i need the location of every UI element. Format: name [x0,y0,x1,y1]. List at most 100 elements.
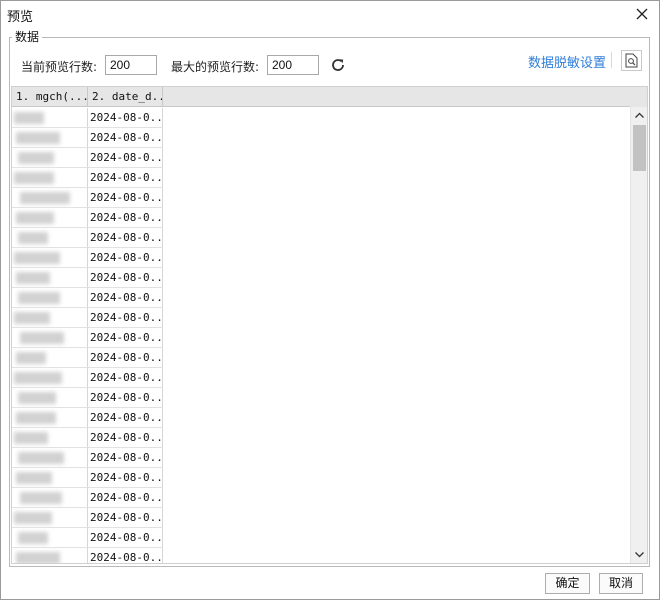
document-preview-icon [625,53,638,68]
table-row[interactable]: 2024-08-0... [12,488,631,508]
cell-mgch-redacted[interactable] [12,288,88,308]
cell-date[interactable]: 2024-08-0... [88,528,163,548]
cell-mgch-redacted[interactable] [12,348,88,368]
table-row[interactable]: 2024-08-0... [12,408,631,428]
cell-mgch-redacted[interactable] [12,168,88,188]
table-row[interactable]: 2024-08-0... [12,228,631,248]
table-row[interactable]: 2024-08-0... [12,168,631,188]
cell-mgch-redacted[interactable] [12,248,88,268]
cell-mgch-redacted[interactable] [12,188,88,208]
current-rows-input[interactable] [105,55,157,75]
cell-mgch-redacted[interactable] [12,308,88,328]
redacted-blur [16,212,54,224]
cell-mgch-redacted[interactable] [12,368,88,388]
cell-mgch-redacted[interactable] [12,328,88,348]
scroll-down-button[interactable] [631,546,647,563]
cell-date[interactable]: 2024-08-0... [88,548,163,563]
cell-mgch-redacted[interactable] [12,228,88,248]
chevron-down-icon [635,552,644,558]
cell-mgch-redacted[interactable] [12,488,88,508]
table-row[interactable]: 2024-08-0... [12,308,631,328]
table-row[interactable]: 2024-08-0... [12,268,631,288]
table-row[interactable]: 2024-08-0... [12,368,631,388]
table-row[interactable]: 2024-08-0... [12,128,631,148]
cell-mgch-redacted[interactable] [12,388,88,408]
cell-date[interactable]: 2024-08-0... [88,468,163,488]
table-row[interactable]: 2024-08-0... [12,528,631,548]
redacted-blur [18,232,48,244]
table-row[interactable]: 2024-08-0... [12,108,631,128]
redacted-blur [14,112,44,124]
data-preview-grid[interactable]: 1. mgch(... 2. date_d... 2024-08-0...202… [11,86,648,564]
cell-date[interactable]: 2024-08-0... [88,248,163,268]
redacted-blur [18,292,60,304]
redacted-blur [20,332,64,344]
table-row[interactable]: 2024-08-0... [12,248,631,268]
close-button[interactable] [633,5,651,23]
redacted-blur [16,352,46,364]
table-row[interactable]: 2024-08-0... [12,208,631,228]
cell-mgch-redacted[interactable] [12,148,88,168]
cell-date[interactable]: 2024-08-0... [88,368,163,388]
table-row[interactable]: 2024-08-0... [12,508,631,528]
cell-date[interactable]: 2024-08-0... [88,108,163,128]
cell-date[interactable]: 2024-08-0... [88,168,163,188]
cell-date[interactable]: 2024-08-0... [88,328,163,348]
close-icon [636,8,648,20]
cell-date[interactable]: 2024-08-0... [88,348,163,368]
table-row[interactable]: 2024-08-0... [12,428,631,448]
cell-date[interactable]: 2024-08-0... [88,428,163,448]
table-row[interactable]: 2024-08-0... [12,448,631,468]
document-preview-button[interactable] [621,50,642,71]
redacted-blur [16,412,56,424]
cell-date[interactable]: 2024-08-0... [88,228,163,248]
redacted-blur [18,532,48,544]
data-group-legend: 数据 [12,28,43,45]
redacted-blur [14,172,54,184]
cell-date[interactable]: 2024-08-0... [88,488,163,508]
cell-mgch-redacted[interactable] [12,508,88,528]
column-header-mgch[interactable]: 1. mgch(... [12,87,88,107]
redacted-blur [16,472,52,484]
table-row[interactable]: 2024-08-0... [12,148,631,168]
table-row[interactable]: 2024-08-0... [12,188,631,208]
cell-date[interactable]: 2024-08-0... [88,508,163,528]
scroll-up-button[interactable] [631,107,647,124]
cell-date[interactable]: 2024-08-0... [88,448,163,468]
cell-mgch-redacted[interactable] [12,468,88,488]
title-bar: 预览 [1,1,659,27]
table-row[interactable]: 2024-08-0... [12,328,631,348]
cell-date[interactable]: 2024-08-0... [88,268,163,288]
table-row[interactable]: 2024-08-0... [12,468,631,488]
cell-mgch-redacted[interactable] [12,428,88,448]
cell-mgch-redacted[interactable] [12,108,88,128]
vertical-scrollbar[interactable] [630,107,647,563]
cell-mgch-redacted[interactable] [12,208,88,228]
redacted-blur [14,512,52,524]
data-masking-settings-link[interactable]: 数据脱敏设置 [528,52,606,71]
cell-mgch-redacted[interactable] [12,448,88,468]
table-row[interactable]: 2024-08-0... [12,288,631,308]
refresh-button[interactable] [329,56,347,74]
cell-date[interactable]: 2024-08-0... [88,308,163,328]
cell-date[interactable]: 2024-08-0... [88,388,163,408]
cell-date[interactable]: 2024-08-0... [88,148,163,168]
scroll-thumb[interactable] [633,125,646,171]
column-header-date[interactable]: 2. date_d... [88,87,163,107]
table-row[interactable]: 2024-08-0... [12,348,631,368]
cell-mgch-redacted[interactable] [12,268,88,288]
cell-date[interactable]: 2024-08-0... [88,408,163,428]
cell-mgch-redacted[interactable] [12,128,88,148]
cell-date[interactable]: 2024-08-0... [88,288,163,308]
cell-mgch-redacted[interactable] [12,548,88,563]
cell-mgch-redacted[interactable] [12,528,88,548]
table-row[interactable]: 2024-08-0... [12,548,631,563]
cell-date[interactable]: 2024-08-0... [88,188,163,208]
cell-mgch-redacted[interactable] [12,408,88,428]
cell-date[interactable]: 2024-08-0... [88,208,163,228]
cancel-button[interactable]: 取消 [599,573,643,594]
cell-date[interactable]: 2024-08-0... [88,128,163,148]
max-rows-input[interactable] [267,55,319,75]
ok-button[interactable]: 确定 [545,573,590,594]
table-row[interactable]: 2024-08-0... [12,388,631,408]
